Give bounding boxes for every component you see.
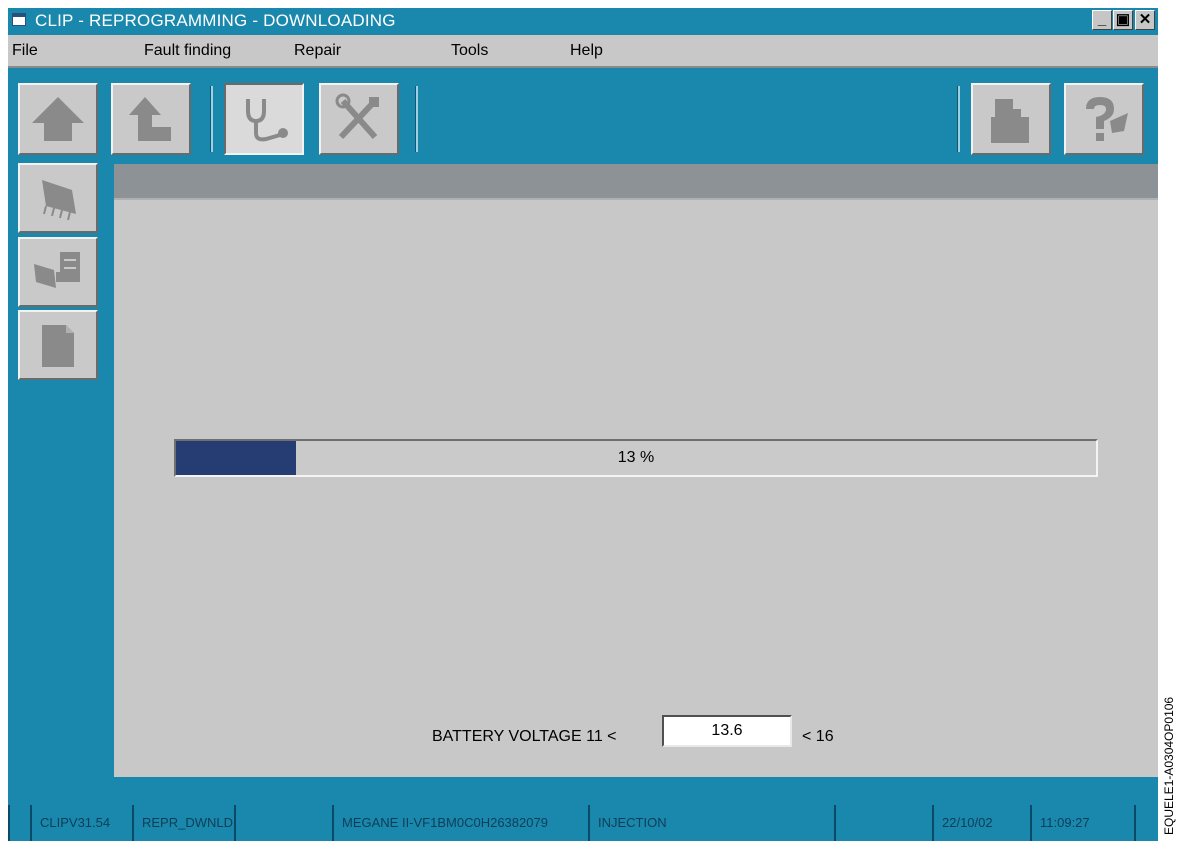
status-blank [234,805,332,841]
status-date: 22/10/02 [932,805,1030,841]
close-button[interactable]: ✕ [1135,10,1155,30]
help-icon [1086,97,1128,141]
window-title: CLIP - REPROGRAMMING - DOWNLOADING [35,11,396,30]
status-system: INJECTION [588,805,834,841]
back-button[interactable] [111,83,191,155]
toolbar-separator [415,86,418,152]
battery-voltage-max: < 16 [802,728,834,745]
menu-tools[interactable]: Tools [451,42,488,60]
status-version: CLIPV31.54 [30,805,132,841]
tools-icon [335,93,379,140]
window-icon [12,13,26,26]
document-icon [42,325,74,367]
figure-reference-code: EQUELE1-A0304OP0106 [1162,696,1176,835]
menu-bar: File Fault finding Repair Tools Help [8,35,1158,68]
minimize-button[interactable]: _ [1092,10,1112,30]
home-arrow-icon [32,97,84,141]
ecu-chip-icon [42,180,76,221]
status-vehicle: MEGANE II-VF1BM0C0H26382079 [332,805,588,841]
toolbar-separator [957,86,960,152]
battery-voltage-label: BATTERY VOLTAGE 11 < [432,728,617,745]
status-time: 11:09:27 [1030,805,1134,841]
progress-percent-label: 13 % [617,449,655,466]
document-button[interactable] [18,310,98,380]
menu-file[interactable]: File [12,42,38,60]
status-bar: CLIPV31.54 REPR_DWNLD MEGANE II-VF1BM0C0… [8,805,1158,841]
print-icon [991,99,1029,143]
menu-repair[interactable]: Repair [294,42,341,60]
stethoscope-icon [246,99,288,142]
panel-header-bar [114,164,1158,200]
status-blank [834,805,932,841]
diagnostic-button[interactable] [224,83,304,155]
battery-voltage-value: 13.6 [662,715,792,747]
maximize-button[interactable]: ▣ [1113,10,1133,30]
menu-help[interactable]: Help [570,42,603,60]
main-panel: 13 % BATTERY VOLTAGE 11 < 13.6 < 16 [114,164,1158,777]
status-cell-blank [1134,805,1158,841]
back-arrow-icon [129,97,171,141]
title-bar: CLIP - REPROGRAMMING - DOWNLOADING _ ▣ ✕ [8,8,1158,33]
download-progress-bar: 13 % [174,439,1098,477]
ecu-download-icon [34,252,80,288]
application-window: CLIP - REPROGRAMMING - DOWNLOADING _ ▣ ✕… [8,8,1158,841]
help-button[interactable] [1064,83,1144,155]
print-button[interactable] [971,83,1051,155]
ecu-list-button[interactable] [18,163,98,233]
status-cell-blank [8,805,30,841]
ecu-download-button[interactable] [18,237,98,307]
home-button[interactable] [18,83,98,155]
status-mode: REPR_DWNLD [132,805,234,841]
menu-fault-finding[interactable]: Fault finding [144,42,231,60]
tools-button[interactable] [319,83,399,155]
toolbar-separator [210,86,213,152]
